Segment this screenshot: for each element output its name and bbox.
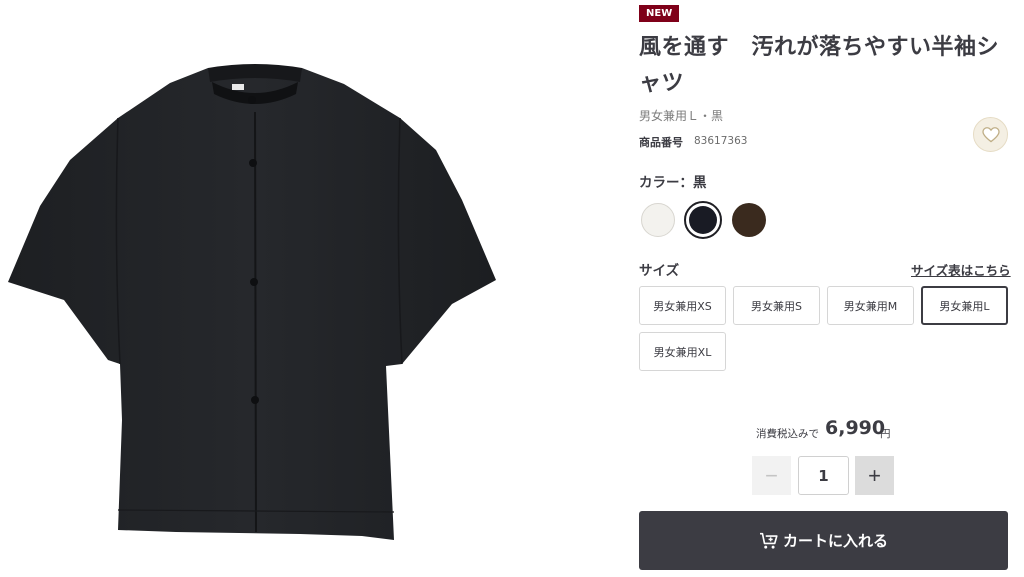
add-to-cart-button[interactable]: カートに入れる bbox=[639, 511, 1008, 570]
color-swatch-brown[interactable] bbox=[732, 203, 766, 237]
product-number: 83617363 bbox=[694, 135, 748, 147]
color-swatch-black[interactable] bbox=[684, 201, 722, 239]
size-option-xs[interactable]: 男女兼用XS bbox=[639, 286, 726, 325]
add-to-cart-label: カートに入れる bbox=[782, 532, 888, 550]
size-chart-link[interactable]: サイズ表はこちら bbox=[911, 260, 1011, 279]
tax-included-label: 消費税込みで bbox=[756, 428, 819, 440]
size-option-l[interactable]: 男女兼用L bbox=[921, 286, 1008, 325]
currency-label: 円 bbox=[880, 428, 891, 440]
quantity-input[interactable] bbox=[798, 456, 849, 495]
size-option-s[interactable]: 男女兼用S bbox=[733, 286, 820, 325]
cart-plus-icon bbox=[759, 532, 778, 549]
favorite-button[interactable] bbox=[973, 117, 1008, 152]
price-amount: 6,990 bbox=[825, 417, 886, 439]
product-number-label: 商品番号 bbox=[639, 136, 683, 149]
product-image bbox=[8, 64, 496, 540]
size-option-xl[interactable]: 男女兼用XL bbox=[639, 332, 726, 371]
quantity-increase-button[interactable]: + bbox=[855, 456, 894, 495]
new-badge: NEW bbox=[639, 5, 680, 22]
quantity-decrease-button[interactable]: − bbox=[752, 456, 791, 495]
heart-icon bbox=[981, 126, 1000, 142]
color-swatch-white[interactable] bbox=[641, 203, 675, 237]
size-label: サイズ bbox=[639, 263, 680, 279]
product-title: 風を通す 汚れが落ちやすい半袖シャツ bbox=[639, 35, 1000, 96]
color-label: カラー：黒 bbox=[639, 175, 707, 191]
selected-variant: 男女兼用Ｌ・黒 bbox=[639, 109, 724, 123]
size-option-m[interactable]: 男女兼用M bbox=[827, 286, 914, 325]
